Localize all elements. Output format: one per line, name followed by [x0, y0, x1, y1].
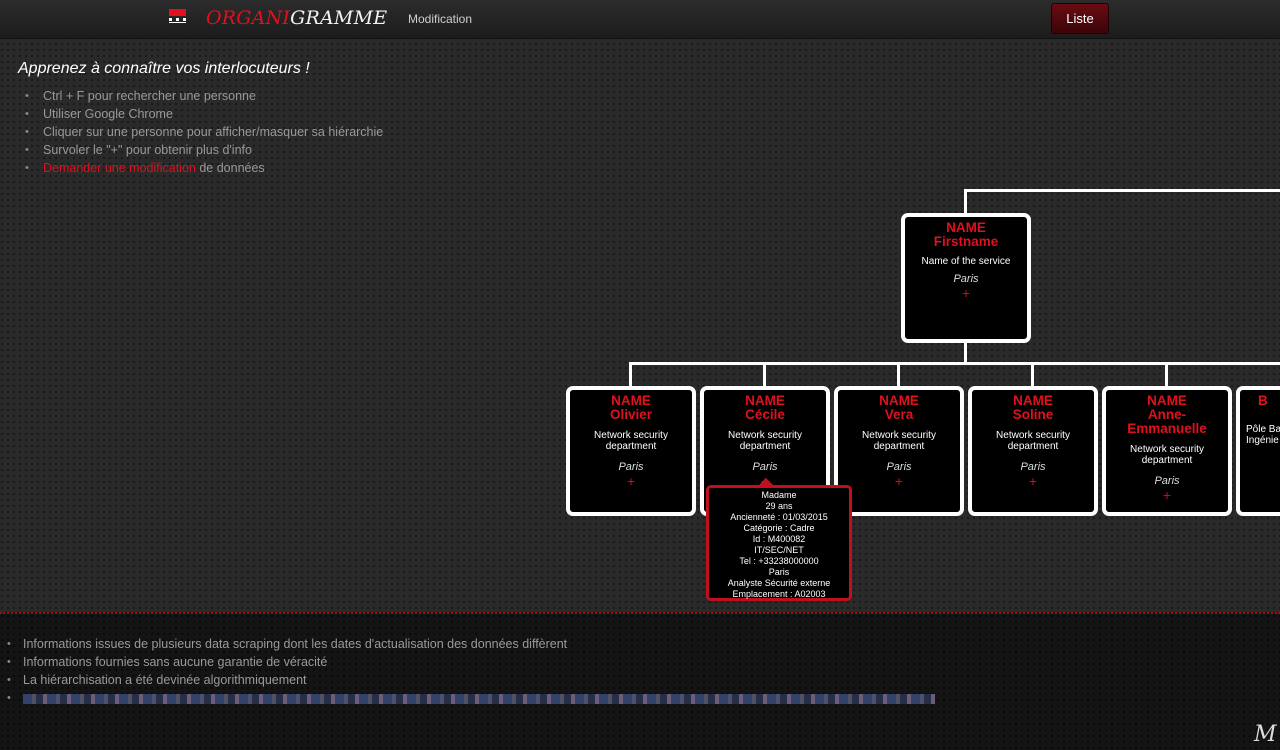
disclaimer-item: Informations fournies sans aucune garant… — [7, 653, 935, 671]
tooltip-line: Analyste Sécurité externe — [727, 578, 831, 588]
person-firstname: Anne-Emmanuelle — [1127, 407, 1207, 436]
person-service: Network security department — [728, 430, 802, 452]
person-service: Network security department — [996, 430, 1070, 452]
footer: Informations issues de plusieurs data sc… — [0, 612, 1280, 750]
person-card[interactable]: NAME Vera Network security department Pa… — [834, 386, 964, 516]
disclaimer-item: La hiérarchisation a été devinée algorit… — [7, 671, 935, 689]
tooltip-line: Paris — [768, 567, 790, 577]
brand-part-red: ORGANI — [206, 7, 291, 29]
tip-item-request: Demander une modification de données — [25, 159, 383, 177]
redacted-text — [23, 693, 935, 704]
disclaimer-item: Informations issues de plusieurs data sc… — [7, 635, 935, 653]
person-city: Paris — [1020, 461, 1046, 473]
person-lastname: NAME — [611, 393, 651, 408]
more-info-plus[interactable]: + — [838, 475, 960, 488]
tip-item: Utiliser Google Chrome — [25, 105, 383, 123]
connector-line — [964, 189, 1280, 192]
person-lastname: NAME — [1147, 393, 1187, 408]
connector-line — [629, 362, 632, 388]
top-bar: ORGANIGRAMME Modification Liste — [0, 0, 1280, 39]
more-info-plus[interactable]: + — [570, 475, 692, 488]
tooltip-line: Id : M400082 — [752, 534, 806, 544]
tooltip-arrow — [759, 478, 773, 485]
person-firstname: Vera — [884, 407, 914, 422]
person-city: Paris — [1154, 475, 1180, 487]
connector-line — [897, 362, 900, 388]
person-lastname: B — [1258, 393, 1268, 408]
intro-title: Apprenez à connaître vos interlocuteurs … — [18, 60, 310, 77]
tips-list: Ctrl + F pour rechercher une personne Ut… — [25, 87, 383, 177]
tip-item: Cliquer sur une personne pour afficher/m… — [25, 123, 383, 141]
tip-item: Survoler le "+" pour obtenir plus d'info — [25, 141, 383, 159]
person-city: Paris — [618, 461, 644, 473]
person-service: Pôle Ba Orac Ingénie c — [1246, 424, 1280, 446]
connector-line — [964, 341, 967, 364]
request-modification-link[interactable]: Demander une modification — [43, 161, 196, 175]
person-service: Name of the service — [921, 256, 1011, 267]
person-card[interactable]: NAME Anne-Emmanuelle Network security de… — [1102, 386, 1232, 516]
person-card-root[interactable]: NAME Firstname Name of the service Paris… — [901, 213, 1031, 343]
org-logo-icon — [169, 9, 186, 23]
brand-part-white: GRAMME — [290, 7, 388, 29]
more-info-plus[interactable]: + — [972, 475, 1094, 488]
person-city: Paris — [953, 273, 979, 285]
person-city: Paris — [886, 461, 912, 473]
connector-line — [964, 189, 967, 215]
person-firstname: Cécile — [745, 407, 785, 422]
tooltip-line: IT/SEC/NET — [754, 545, 804, 555]
connector-line — [629, 362, 1280, 365]
person-card-partial[interactable]: B Pôle Ba Orac Ingénie c — [1236, 386, 1280, 516]
person-lastname: NAME — [745, 393, 785, 408]
person-service: Network security department — [1130, 444, 1204, 466]
connector-line — [1165, 362, 1168, 388]
connector-line — [763, 362, 766, 388]
person-firstname: Soline — [1012, 407, 1054, 422]
disclaimer-list: Informations issues de plusieurs data sc… — [7, 635, 935, 707]
person-firstname: Olivier — [609, 407, 653, 422]
corner-logo: M — [1254, 722, 1277, 747]
tip-item: Ctrl + F pour rechercher une personne — [25, 87, 383, 105]
person-lastname: NAME — [946, 220, 986, 235]
tooltip-line: 29 ans — [765, 501, 793, 511]
tooltip-line: Catégorie : Cadre — [743, 523, 815, 533]
more-info-plus[interactable]: + — [1106, 489, 1228, 502]
connector-line — [1031, 362, 1034, 388]
person-card[interactable]: NAME Soline Network security department … — [968, 386, 1098, 516]
person-lastname: NAME — [879, 393, 919, 408]
person-city: Paris — [752, 461, 778, 473]
person-lastname: NAME — [1013, 393, 1053, 408]
liste-button[interactable]: Liste — [1051, 3, 1109, 34]
nav-modification-link[interactable]: Modification — [408, 12, 472, 26]
person-card[interactable]: NAME Olivier Network security department… — [566, 386, 696, 516]
person-info-tooltip: Madame 29 ans Ancienneté : 01/03/2015 Ca… — [706, 485, 852, 601]
request-suffix: de données — [195, 161, 265, 175]
tooltip-line: Emplacement : A02003 — [732, 589, 826, 599]
tooltip-line: Tel : +33238000000 — [739, 556, 819, 566]
disclaimer-item-redacted — [7, 689, 935, 707]
person-service: Network security department — [594, 430, 668, 452]
person-service: Network security department — [862, 430, 936, 452]
more-info-plus[interactable]: + — [905, 287, 1027, 300]
tooltip-line: Ancienneté : 01/03/2015 — [730, 512, 828, 522]
brand-title[interactable]: ORGANIGRAMME — [206, 7, 387, 29]
tooltip-line: Madame — [761, 490, 797, 500]
person-firstname: Firstname — [933, 234, 999, 249]
